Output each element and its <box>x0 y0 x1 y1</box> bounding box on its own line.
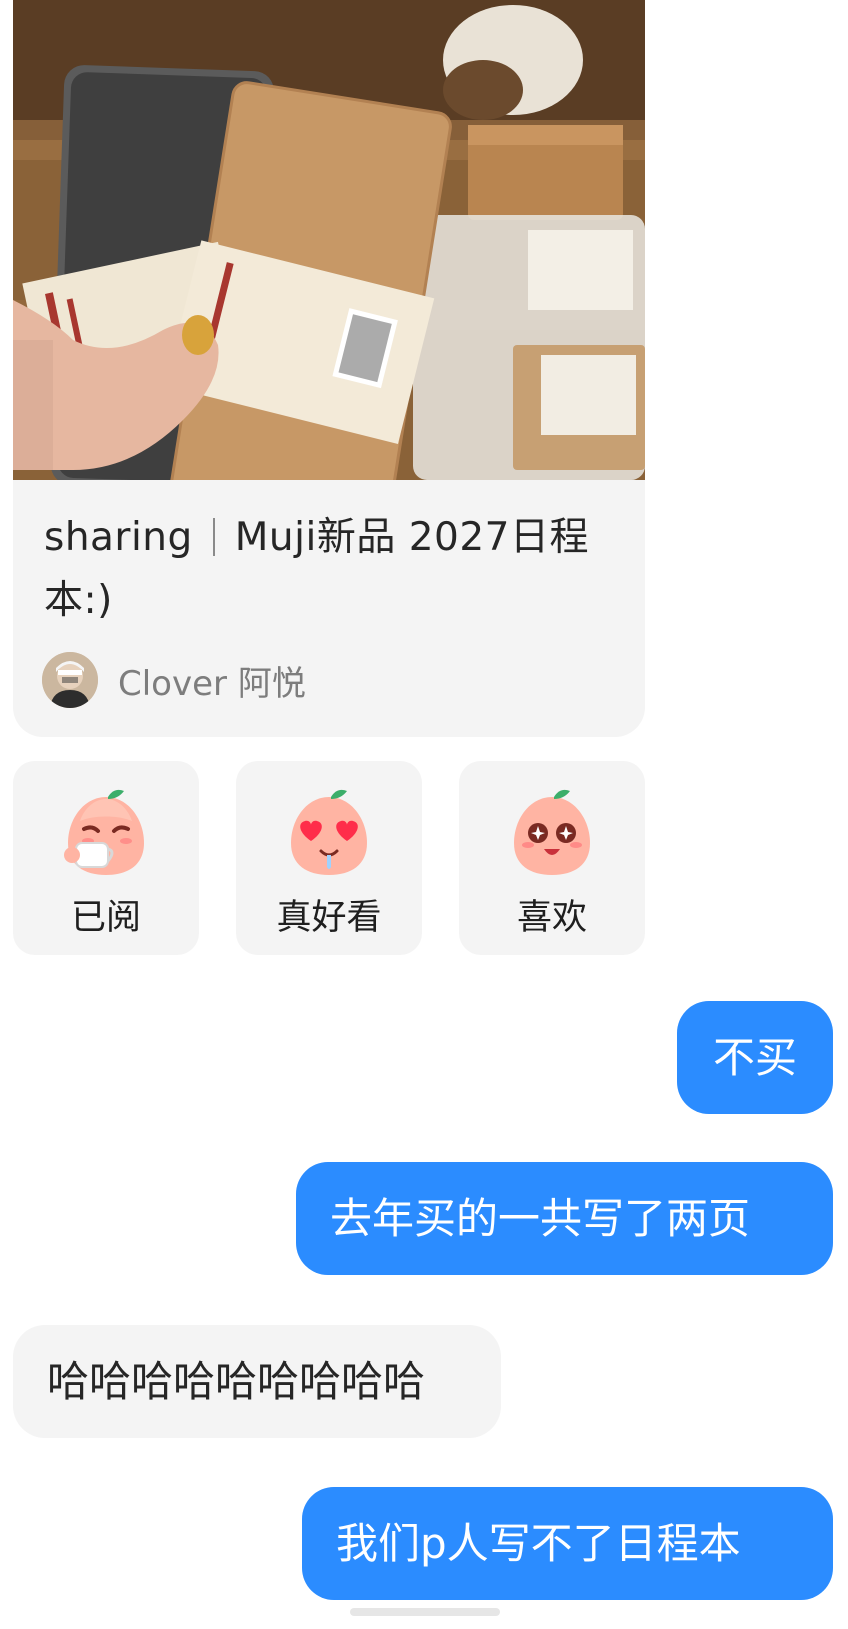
outgoing-message[interactable]: 我们p人写不了日程本 <box>302 1487 833 1600</box>
post-author[interactable]: Clover 阿悦 <box>42 652 306 708</box>
scroll-hint <box>350 1608 500 1616</box>
post-title: sharing Muji新品 2027日程本:) <box>44 506 624 632</box>
reaction-label: 已阅 <box>70 898 141 938</box>
shared-post-card[interactable]: sharing Muji新品 2027日程本:) Clover 阿悦 <box>13 0 645 737</box>
reaction-bar: 已阅 真好看 喜欢 <box>13 761 645 955</box>
reaction-label: 真好看 <box>276 898 382 938</box>
incoming-message[interactable]: 哈哈哈哈哈哈哈哈哈 <box>13 1325 501 1438</box>
reaction-label: 喜欢 <box>516 898 587 938</box>
reaction-read[interactable]: 已阅 <box>13 761 199 955</box>
post-photo[interactable] <box>13 0 645 480</box>
outgoing-message[interactable]: 不买 <box>677 1001 833 1114</box>
reaction-looks-good[interactable]: 真好看 <box>236 761 422 955</box>
avatar[interactable] <box>42 652 98 708</box>
author-name: Clover 阿悦 <box>118 663 306 704</box>
heart-eyes-peach-icon <box>291 789 367 875</box>
post-title-category: sharing <box>44 515 193 560</box>
title-divider <box>212 518 215 556</box>
sparkle-eyes-peach-icon <box>514 789 590 875</box>
sipping-tea-peach-icon <box>64 789 144 875</box>
reaction-like[interactable]: 喜欢 <box>459 761 645 955</box>
outgoing-message[interactable]: 去年买的一共写了两页 <box>296 1162 833 1275</box>
